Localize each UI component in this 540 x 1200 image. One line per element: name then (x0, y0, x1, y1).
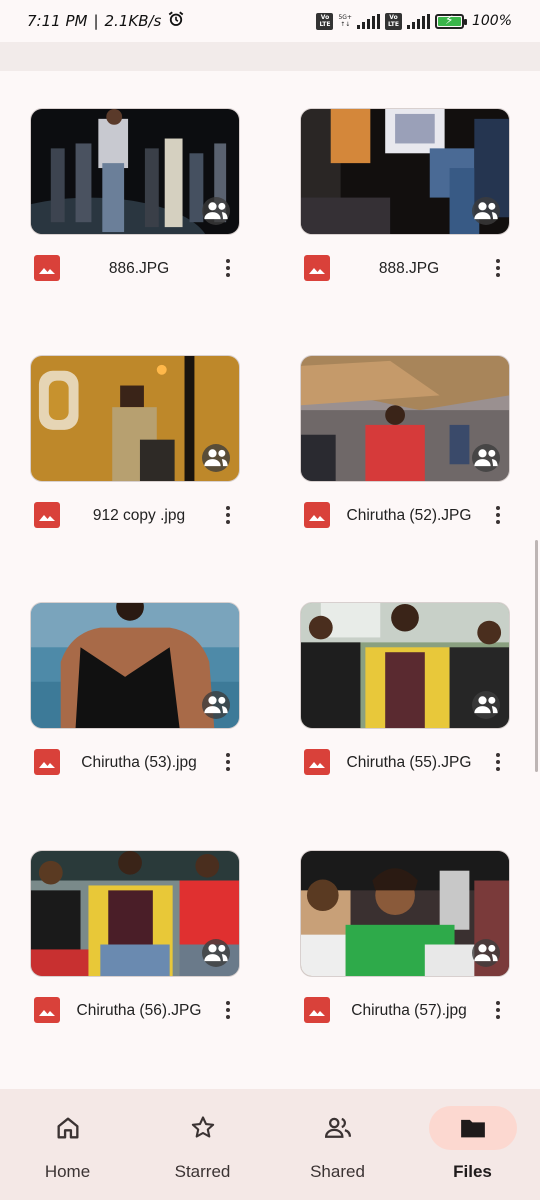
volte-icon-2: Vo LTE (384, 12, 402, 30)
image-icon (34, 502, 60, 528)
home-icon (24, 1106, 112, 1150)
header-band (0, 42, 540, 71)
file-name: 888.JPG (378, 259, 440, 277)
image-icon (34, 255, 60, 281)
alarm-icon (167, 10, 185, 32)
image-icon (34, 749, 60, 775)
image-icon (34, 997, 60, 1023)
more-options-button[interactable] (488, 997, 508, 1023)
nav-label: Starred (174, 1162, 231, 1181)
file-card[interactable]: Chirutha (57).jpg (300, 850, 510, 1023)
shared-icon (472, 444, 500, 472)
file-name: Chirutha (55).JPG (346, 753, 472, 771)
shared-icon (472, 939, 500, 967)
file-thumbnail[interactable] (30, 602, 240, 729)
volte-icon-1: Vo LTE (316, 12, 334, 30)
file-card[interactable]: 886.JPG (30, 108, 240, 281)
image-icon (304, 997, 330, 1023)
battery-icon: ⚡ (434, 13, 467, 29)
shared-icon (202, 939, 230, 967)
nav-label: Files (453, 1162, 492, 1181)
network-type-label: 5G+ ↑↓ (338, 14, 352, 28)
more-options-button[interactable] (218, 502, 238, 528)
battery-percent: 100% (471, 13, 512, 29)
nav-label: Home (44, 1162, 91, 1181)
star-icon (159, 1106, 247, 1150)
image-icon (304, 502, 330, 528)
status-separator: | (93, 12, 99, 30)
image-icon (304, 255, 330, 281)
file-thumbnail[interactable] (30, 108, 240, 235)
file-name: Chirutha (57).jpg (351, 1001, 467, 1019)
file-thumbnail[interactable] (30, 850, 240, 977)
nav-label: Shared (310, 1162, 365, 1181)
signal-icon-2 (406, 13, 430, 29)
file-card[interactable]: Chirutha (56).JPG (30, 850, 240, 1023)
more-options-button[interactable] (488, 749, 508, 775)
file-name: Chirutha (52).JPG (346, 506, 472, 524)
more-options-button[interactable] (218, 255, 238, 281)
shared-icon (202, 197, 230, 225)
file-name: 912 copy .jpg (92, 506, 186, 524)
file-card[interactable]: Chirutha (53).jpg (30, 602, 240, 775)
status-time: 7:11 PM (27, 12, 88, 30)
file-thumbnail[interactable] (30, 355, 240, 482)
more-options-button[interactable] (488, 502, 508, 528)
more-options-button[interactable] (218, 997, 238, 1023)
file-card[interactable]: 888.JPG (300, 108, 510, 281)
signal-icon-1 (356, 13, 380, 29)
file-thumbnail[interactable] (300, 602, 510, 729)
file-name: Chirutha (56).JPG (76, 1001, 202, 1019)
nav-item-home[interactable]: Home (0, 1089, 135, 1200)
file-thumbnail[interactable] (300, 850, 510, 977)
more-options-button[interactable] (488, 255, 508, 281)
network-speed: 2.1KB/s (104, 12, 162, 30)
nav-item-files[interactable]: Files (405, 1089, 540, 1200)
image-icon (304, 749, 330, 775)
file-grid-scroll[interactable]: 886.JPG 888.JPG 912 copy .jpg Chirutha (… (0, 71, 540, 1089)
more-options-button[interactable] (218, 749, 238, 775)
scrollbar[interactable] (535, 540, 538, 772)
nav-item-shared[interactable]: Shared (270, 1089, 405, 1200)
file-thumbnail[interactable] (300, 108, 510, 235)
file-name: 886.JPG (108, 259, 170, 277)
file-thumbnail[interactable] (300, 355, 510, 482)
file-card[interactable]: Chirutha (55).JPG (300, 602, 510, 775)
people-icon (294, 1106, 382, 1150)
file-card[interactable]: Chirutha (52).JPG (300, 355, 510, 528)
file-name: Chirutha (53).jpg (81, 753, 197, 771)
status-bar: 7:11 PM | 2.1KB/s Vo LTE 5G+ ↑↓ Vo LTE ⚡ 10… (0, 0, 540, 42)
shared-icon (202, 444, 230, 472)
folder-icon (428, 1106, 517, 1150)
shared-icon (472, 197, 500, 225)
shared-icon (472, 691, 500, 719)
shared-icon (202, 691, 230, 719)
nav-item-starred[interactable]: Starred (135, 1089, 270, 1200)
file-card[interactable]: 912 copy .jpg (30, 355, 240, 528)
bottom-navigation: Home Starred Shared Files (0, 1089, 540, 1200)
